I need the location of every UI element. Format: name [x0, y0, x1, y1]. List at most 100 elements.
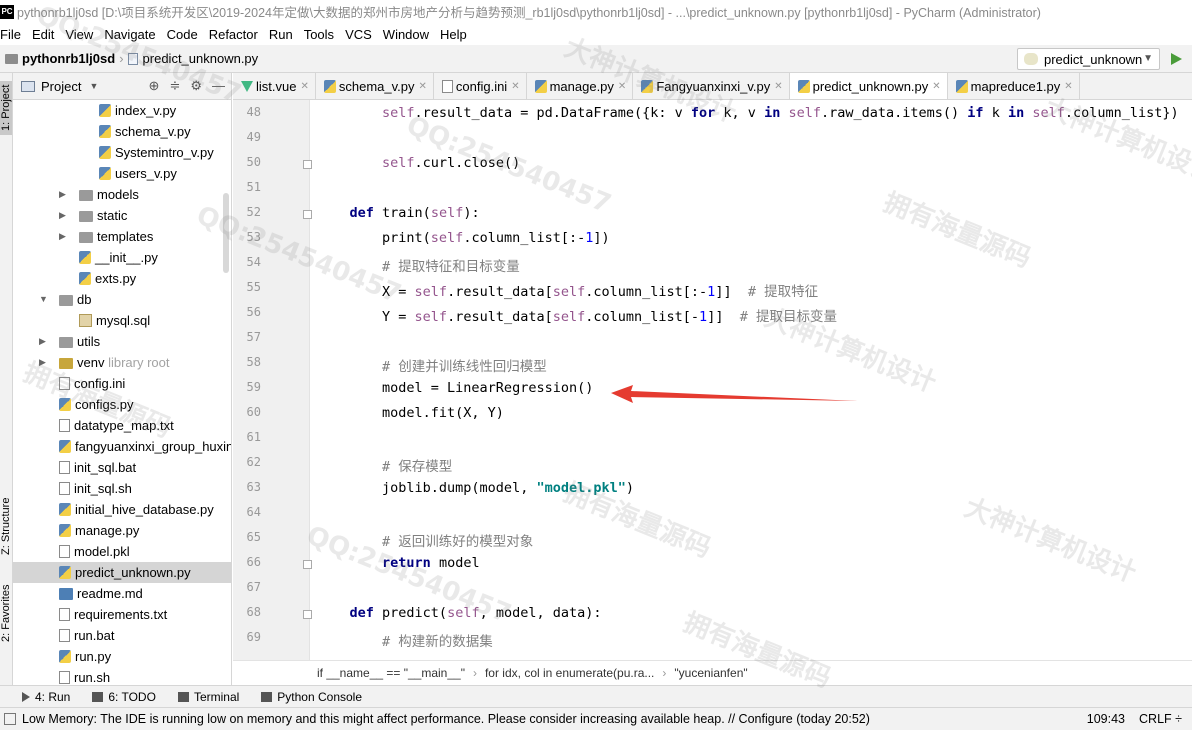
run-icon[interactable]	[1171, 53, 1182, 65]
menu-tools[interactable]: Tools	[298, 27, 339, 42]
close-icon[interactable]: ✕	[932, 81, 940, 92]
breadcrumb-item[interactable]: for idx, col in enumerate(pu.ra...	[485, 666, 654, 680]
hide-icon[interactable]: —	[212, 78, 225, 94]
close-icon[interactable]: ✕	[774, 81, 782, 92]
tab-manage-py[interactable]: manage.py ✕	[527, 73, 634, 99]
caret-position[interactable]: 109:43	[1087, 712, 1125, 726]
tree-item[interactable]: run.sh	[13, 667, 231, 685]
fold-marker-icon[interactable]	[303, 160, 312, 169]
tree-item[interactable]: ▶ venv library root	[13, 352, 231, 373]
breadcrumb-item[interactable]: if __name__ == "__main__"	[317, 666, 465, 680]
code-line[interactable]: def train(self):	[317, 205, 480, 221]
fold-marker-icon[interactable]	[303, 210, 312, 219]
close-icon[interactable]: ✕	[618, 81, 626, 92]
chevron-down-icon[interactable]: ▼	[89, 81, 98, 91]
close-icon[interactable]: ✕	[300, 81, 308, 92]
tree-item[interactable]: initial_hive_database.py	[13, 499, 231, 520]
collapse-icon[interactable]: ≑	[169, 78, 180, 94]
code-line[interactable]: self.curl.close()	[317, 155, 520, 171]
menu-view[interactable]: View	[59, 27, 98, 42]
code-line[interactable]: joblib.dump(model, "model.pkl")	[317, 480, 634, 496]
tree-item[interactable]: users_v.py	[13, 163, 231, 184]
code-line[interactable]: self.result_data = pd.DataFrame({k: v fo…	[317, 105, 1179, 121]
tab-predict-unknown-py[interactable]: predict_unknown.py ✕	[789, 73, 948, 99]
code-line[interactable]: # 保存模型	[317, 455, 452, 475]
code-line[interactable]: # 创建并训练线性回归模型	[317, 355, 547, 375]
tree-item[interactable]: fangyuanxinxi_group_huxing	[13, 436, 231, 457]
run-config-select[interactable]: predict_unknown ▼	[1017, 48, 1160, 70]
tab-terminal[interactable]: Terminal	[177, 690, 239, 704]
fold-marker-icon[interactable]	[303, 560, 312, 569]
tree-item[interactable]: ▶ static	[13, 205, 231, 226]
tree-item[interactable]: exts.py	[13, 268, 231, 289]
tab-mapreduce1-py[interactable]: mapreduce1.py ✕	[948, 73, 1080, 99]
code-line[interactable]: def predict(self, model, data):	[317, 605, 602, 621]
locate-icon[interactable]: ⊕	[149, 78, 160, 94]
tree-item[interactable]: ▶ templates	[13, 226, 231, 247]
tree-item[interactable]: mysql.sql	[13, 310, 231, 331]
tree-item[interactable]: config.ini	[13, 373, 231, 394]
tab-config-ini[interactable]: config.ini ✕	[434, 73, 527, 99]
code-line[interactable]: model = LinearRegression()	[317, 380, 593, 396]
tree-item[interactable]: configs.py	[13, 394, 231, 415]
close-icon[interactable]: ✕	[419, 81, 427, 92]
tree-item[interactable]: ▶ models	[13, 184, 231, 205]
tab-4-run[interactable]: 4: Run	[22, 690, 70, 704]
tree-item[interactable]: init_sql.sh	[13, 478, 231, 499]
chevron-right-icon[interactable]: ▶	[39, 331, 46, 352]
tab-favorites-tool[interactable]: 2: Favorites	[0, 581, 12, 646]
tool-windows-icon[interactable]	[4, 713, 16, 725]
tab-6-todo[interactable]: 6: TODO	[92, 690, 156, 704]
menu-vcs[interactable]: VCS	[339, 27, 377, 42]
code-line[interactable]: print(self.column_list[:-1])	[317, 230, 610, 246]
tree-item[interactable]: run.py	[13, 646, 231, 667]
menu-window[interactable]: Window	[377, 27, 434, 42]
tree-item[interactable]: index_v.py	[13, 100, 231, 121]
nav-project[interactable]: pythonrb1lj0sd	[22, 51, 115, 66]
gear-icon[interactable]: ⚙	[190, 78, 202, 94]
tree-item[interactable]: init_sql.bat	[13, 457, 231, 478]
tab-structure-tool[interactable]: Z: Structure	[0, 494, 12, 559]
tab-list-vue[interactable]: list.vue ✕	[233, 73, 316, 99]
tree-item[interactable]: requirements.txt	[13, 604, 231, 625]
close-icon[interactable]: ✕	[511, 81, 519, 92]
fold-marker-icon[interactable]	[303, 610, 312, 619]
menu-help[interactable]: Help	[434, 27, 472, 42]
nav-file[interactable]: predict_unknown.py	[143, 51, 259, 66]
code-line[interactable]: Y = self.result_data[self.column_list[-1…	[317, 305, 837, 325]
tree-item[interactable]: manage.py	[13, 520, 231, 541]
tree-item[interactable]: __init__.py	[13, 247, 231, 268]
chevron-right-icon[interactable]: ▶	[59, 184, 66, 205]
menu-code[interactable]: Code	[161, 27, 203, 42]
line-separator[interactable]: CRLF ÷	[1139, 712, 1182, 726]
tab-schema-v-py[interactable]: schema_v.py ✕	[316, 73, 434, 99]
menu-edit[interactable]: Edit	[26, 27, 59, 42]
chevron-right-icon[interactable]: ▶	[59, 205, 66, 226]
project-panel-title[interactable]: Project	[41, 79, 81, 94]
tree-item[interactable]: datatype_map.txt	[13, 415, 231, 436]
menu-navigate[interactable]: Navigate	[98, 27, 160, 42]
tab-fangyuanxinxi-v-py[interactable]: Fangyuanxinxi_v.py ✕	[633, 73, 790, 99]
close-icon[interactable]: ✕	[1064, 81, 1072, 92]
menu-refactor[interactable]: Refactor	[203, 27, 263, 42]
breadcrumb-item[interactable]: "yucenianfen"	[674, 666, 747, 680]
tree-item[interactable]: ▼ db	[13, 289, 231, 310]
menu-file[interactable]: File	[0, 27, 26, 42]
tab-project-tool[interactable]: 1: Project	[0, 80, 12, 135]
scrollbar[interactable]	[223, 193, 229, 273]
tree-item[interactable]: model.pkl	[13, 541, 231, 562]
tree-item[interactable]: readme.md	[13, 583, 231, 604]
code-line[interactable]: # 返回训练好的模型对象	[317, 530, 533, 550]
tree-item[interactable]: ▶ utils	[13, 331, 231, 352]
code-line[interactable]: return model	[317, 555, 480, 571]
tree-item[interactable]: schema_v.py	[13, 121, 231, 142]
chevron-right-icon[interactable]: ▶	[59, 226, 66, 247]
code-line[interactable]: # 提取特征和目标变量	[317, 255, 520, 275]
tree-item[interactable]: Systemintro_v.py	[13, 142, 231, 163]
tab-python-console[interactable]: Python Console	[261, 690, 362, 704]
status-message[interactable]: Low Memory: The IDE is running low on me…	[22, 712, 870, 726]
chevron-down-icon[interactable]: ▼	[39, 289, 48, 310]
code-line[interactable]: # 构建新的数据集	[317, 630, 493, 650]
menu-run[interactable]: Run	[263, 27, 298, 42]
tree-item[interactable]: predict_unknown.py	[13, 562, 231, 583]
